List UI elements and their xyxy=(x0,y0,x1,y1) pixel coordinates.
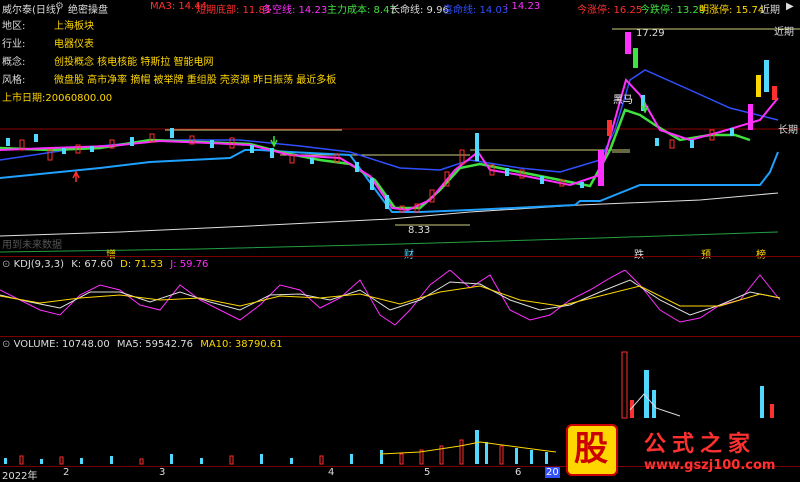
kdj-collapse-icon[interactable]: ⊙ xyxy=(2,259,10,270)
logo-badge-icon: 股 xyxy=(566,424,618,476)
main-cost-green xyxy=(0,231,779,253)
future-data-note: 用到未来数据 xyxy=(2,240,62,251)
panel-divider-2 xyxy=(0,336,800,337)
brand-name: 公式之家 xyxy=(644,432,757,457)
long-term-right-label: 长期 xyxy=(778,125,798,136)
kdj-j-value: J: 59.76 xyxy=(170,259,209,270)
volume-chart-right[interactable] xyxy=(600,350,800,420)
volume-ma-line xyxy=(379,441,557,455)
buy-arrow-icon xyxy=(72,170,80,182)
near-term-right-label: 近期 xyxy=(774,27,794,38)
volume-ma5: MA5: 59542.76 xyxy=(116,339,193,350)
time-label-jun: 6 xyxy=(515,467,522,478)
ma-green-line xyxy=(0,108,751,210)
volume-ma10: MA10: 38790.61 xyxy=(200,339,283,350)
logo-char: 股 xyxy=(574,429,608,469)
high-price-label: 17.29 xyxy=(636,28,665,39)
time-label-feb: 2 xyxy=(63,467,70,478)
time-label-current[interactable]: 20 xyxy=(545,467,560,478)
volume-bars xyxy=(4,430,548,465)
event-marker-list[interactable]: 榜 xyxy=(756,246,766,261)
kdj-k-value: K: 67.60 xyxy=(71,259,113,270)
low-price-label: 8.33 xyxy=(408,225,431,236)
time-label-apr: 4 xyxy=(328,467,335,478)
ma-magenta-line xyxy=(0,78,779,212)
time-label-mar: 3 xyxy=(159,467,166,478)
watermark-logo: 股 公式之家 www.gszj100.com xyxy=(560,422,800,480)
kdj-d-value: D: 71.53 xyxy=(120,259,164,270)
volume-chart[interactable] xyxy=(0,350,560,465)
volume-collapse-icon[interactable]: ⊙ xyxy=(2,339,10,350)
event-marker-fall[interactable]: 跌 xyxy=(634,246,644,261)
kdj-title: KDJ(9,3,3) xyxy=(13,259,65,270)
time-label-year: 2022年 xyxy=(2,471,38,482)
time-label-may: 5 xyxy=(424,467,431,478)
event-marker-finance[interactable]: 财 xyxy=(404,246,414,261)
price-chart[interactable] xyxy=(0,0,800,260)
event-marker-forecast[interactable]: 预 xyxy=(701,246,711,261)
dark-horse-label: 黑马 xyxy=(613,95,633,106)
kdj-chart[interactable] xyxy=(0,270,800,336)
brand-url: www.gszj100.com xyxy=(644,458,776,473)
sell-arrow-icon xyxy=(270,136,278,148)
volume-title: VOLUME: 10748.00 xyxy=(13,339,110,350)
hidden-blue-curve xyxy=(0,69,779,173)
panel-divider xyxy=(0,256,800,257)
